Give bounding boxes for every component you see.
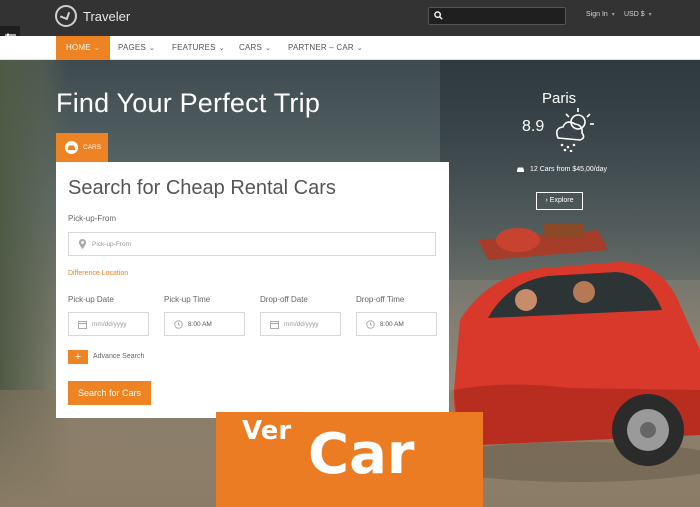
search-input[interactable]: [428, 7, 566, 25]
nav-item-label: CARS: [239, 43, 263, 52]
pickup-time-label: Pick-up Time: [164, 295, 211, 304]
top-bar: Traveler Sign In ▾ USD $ ▾: [0, 0, 700, 36]
pickup-time-input[interactable]: 8:00 AM: [164, 312, 245, 336]
weather-temperature: 8.9: [522, 118, 545, 135]
chevron-right-icon: ›: [545, 197, 548, 204]
difference-location-link[interactable]: Difference Location: [68, 270, 128, 277]
pickup-time-value: 8:00 AM: [188, 320, 212, 328]
dropoff-date-input[interactable]: mm/dd/yyyy: [260, 312, 341, 336]
tab-cars-label: CARS: [83, 144, 102, 151]
pickup-date-value: mm/dd/yyyy: [92, 320, 127, 328]
nav-item-cars[interactable]: CARS ⌄: [239, 36, 271, 60]
clock-icon: [168, 319, 188, 329]
calendar-icon: [72, 320, 92, 329]
explore-label: Explore: [549, 197, 574, 204]
car-icon: [517, 167, 524, 172]
nav-item-partner-car[interactable]: PARTNER – CAR ⌄: [288, 36, 363, 60]
hero-title: Find Your Perfect Trip: [56, 88, 321, 118]
car-image: [448, 224, 700, 482]
dropoff-date-label: Drop-off Date: [260, 295, 308, 304]
pickup-date-label: Pick-up Date: [68, 295, 114, 304]
form-title: Search for Cheap Rental Cars: [68, 177, 336, 199]
main-nav: HOME ⌄ PAGES ⌄ FEATURES ⌄ CARS ⌄ PARTNER – C…: [0, 36, 700, 60]
weather-city: Paris: [542, 90, 577, 107]
nav-item-pages[interactable]: PAGES ⌄: [118, 36, 155, 60]
banner-big-text: Car: [308, 422, 415, 487]
advance-search-label[interactable]: Advance Search: [93, 353, 144, 360]
pickup-date-input[interactable]: mm/dd/yyyy: [68, 312, 149, 336]
nav-item-label: PARTNER – CAR: [288, 43, 354, 52]
nav-item-home[interactable]: HOME ⌄: [56, 36, 110, 60]
logo-text: Traveler: [83, 8, 131, 24]
clock-icon: [360, 319, 380, 329]
logo[interactable]: Traveler: [55, 5, 130, 27]
map-pin-icon: [72, 239, 92, 249]
cloud-sun-icon: [556, 108, 594, 152]
dropoff-time-value: 8:00 AM: [380, 320, 404, 328]
pickup-from-placeholder: Pick-up-From: [92, 240, 132, 248]
dropoff-time-label: Drop-off Time: [356, 295, 405, 304]
currency-label: USD $: [624, 11, 645, 18]
pickup-from-label: Pick-up-From: [68, 214, 117, 223]
logo-icon: [55, 5, 77, 27]
chevron-down-icon: ▾: [648, 12, 652, 18]
tab-cars[interactable]: CARS: [56, 133, 108, 162]
advance-search-toggle[interactable]: +: [68, 350, 88, 364]
promo-banner: Ver Car: [216, 412, 483, 507]
chevron-down-icon: ⌄: [93, 45, 100, 52]
sign-in-link[interactable]: Sign In ▾: [586, 11, 615, 18]
search-cars-button[interactable]: Search for Cars: [68, 381, 151, 405]
pickup-from-input[interactable]: Pick-up-From: [68, 232, 436, 256]
chevron-down-icon: ⌄: [218, 45, 225, 52]
chevron-down-icon: ⌄: [265, 45, 272, 52]
nav-item-label: FEATURES: [172, 43, 216, 52]
dropoff-date-value: mm/dd/yyyy: [284, 320, 319, 328]
explore-button[interactable]: › Explore: [536, 192, 583, 210]
car-icon: [65, 141, 78, 154]
calendar-icon: [264, 320, 284, 329]
chevron-down-icon: ⌄: [356, 45, 363, 52]
car-search-form: Search for Cheap Rental Cars Pick-up-Fro…: [56, 162, 449, 418]
chevron-down-icon: ⌄: [148, 45, 156, 52]
sign-in-label: Sign In: [586, 11, 608, 18]
chevron-down-icon: ▾: [611, 12, 615, 18]
nav-item-label: HOME: [66, 43, 91, 52]
nav-item-label: PAGES: [118, 43, 146, 52]
nav-item-features[interactable]: FEATURES ⌄: [172, 36, 225, 60]
banner-small-text: Ver: [242, 416, 292, 446]
currency-select[interactable]: USD $ ▾: [624, 11, 652, 18]
search-icon: [434, 11, 443, 20]
cars-info-text: 12 Cars from $45,00/day: [530, 166, 608, 173]
cars-info: 12 Cars from $45,00/day: [516, 166, 607, 173]
dropoff-time-input[interactable]: 8:00 AM: [356, 312, 437, 336]
